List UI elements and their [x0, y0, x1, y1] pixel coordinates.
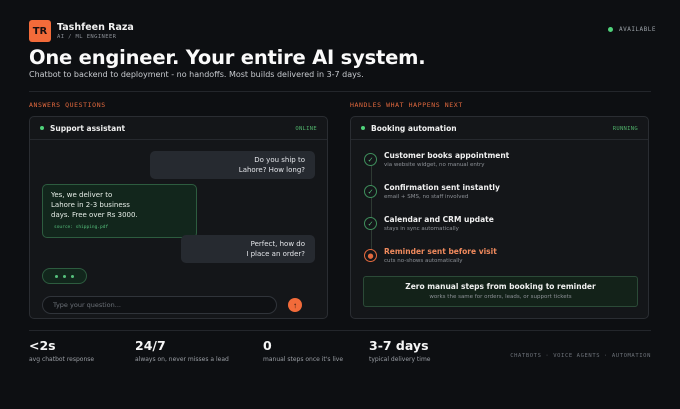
step-title: Reminder sent before visit: [384, 247, 497, 256]
stat-label: avg chatbot response: [29, 356, 95, 363]
summary-description: works the same for orders, leads, or sup…: [429, 294, 572, 300]
online-dot-icon: [40, 126, 44, 130]
step-title: Confirmation sent instantly: [384, 183, 500, 192]
panel-header: Booking automation RUNNING: [351, 117, 648, 140]
section-label-left: ANSWERS QUESTIONS: [29, 101, 106, 109]
message-line: Yes, we deliver to: [51, 191, 113, 199]
divider-top: [29, 91, 651, 92]
message-line: Lahore in 2-3 business: [51, 201, 130, 209]
chat-message-user: Perfect, how do I place an order?: [181, 235, 315, 263]
panel-header: Support assistant ONLINE: [30, 117, 327, 140]
stat-value: 24/7: [135, 338, 166, 353]
stat-value: 3-7 days: [369, 338, 429, 353]
panel-status: ONLINE: [295, 126, 317, 132]
booking-automation-panel: Booking automation RUNNING ✓ Customer bo…: [350, 116, 649, 319]
stat-label: typical delivery time: [369, 356, 431, 363]
panel-title: Booking automation: [371, 124, 457, 133]
step-description: cuts no-shows automatically: [384, 258, 463, 264]
timeline-line: [371, 159, 372, 255]
step-title: Calendar and CRM update: [384, 215, 494, 224]
typing-dot: [55, 274, 58, 278]
step-description: via website widget, no manual entry: [384, 162, 485, 168]
panel-title: Support assistant: [50, 124, 126, 133]
divider-bottom: [29, 330, 651, 331]
chat-message-user: Do you ship to Lahore? How long?: [150, 151, 315, 179]
availability-label: AVAILABLE: [618, 26, 656, 33]
chat-input[interactable]: [42, 296, 277, 314]
stat-label: always on, never misses a lead: [135, 356, 229, 363]
pending-dot-icon: ●: [364, 249, 377, 262]
summary-title: Zero manual steps from booking to remind…: [405, 282, 596, 291]
message-line: I place an order?: [246, 250, 305, 258]
stat-response-time: <2s avg chatbot response: [29, 338, 94, 363]
typing-dot: [63, 274, 66, 278]
step-description: stays in sync automatically: [384, 226, 459, 232]
stat-label: manual steps once it's live: [263, 356, 344, 363]
step-description: email + SMS, no staff involved: [384, 194, 469, 200]
typing-dot: [71, 274, 74, 278]
typing-indicator: [42, 268, 87, 284]
support-assistant-panel: Support assistant ONLINE Do you ship to …: [29, 116, 328, 319]
stat-value: <2s: [29, 338, 56, 353]
send-button[interactable]: ↑: [288, 298, 302, 312]
availability-badge: AVAILABLE: [607, 26, 656, 33]
check-icon: ✓: [364, 185, 377, 198]
message-line: Do you ship to: [254, 156, 305, 164]
automation-summary: Zero manual steps from booking to remind…: [363, 276, 638, 307]
stat-delivery-time: 3-7 days typical delivery time: [369, 338, 431, 363]
stat-manual-steps: 0 manual steps once it's live: [263, 338, 343, 363]
section-label-right: HANDLES WHAT HAPPENS NEXT: [350, 101, 463, 109]
chat-message-bot: Yes, we deliver to Lahore in 2-3 busines…: [42, 184, 197, 238]
stat-availability: 24/7 always on, never misses a lead: [135, 338, 229, 363]
page-subtitle: Chatbot to backend to deployment - no ha…: [29, 70, 364, 79]
stat-value: 0: [263, 338, 272, 353]
message-line: Perfect, how do: [250, 240, 305, 248]
check-icon: ✓: [364, 217, 377, 230]
profile-role: AI / ML ENGINEER: [57, 34, 117, 40]
status-dot-icon: [607, 27, 613, 32]
step-title: Customer books appointment: [384, 151, 510, 160]
running-dot-icon: [361, 126, 365, 130]
message-source: source: shipping.pdf: [54, 225, 109, 230]
footer-tags: CHATBOTS · VOICE AGENTS · AUTOMATION: [510, 353, 651, 359]
avatar: TR: [29, 20, 51, 42]
check-icon: ✓: [364, 153, 377, 166]
profile-header: TR Tashfeen Raza AI / ML ENGINEER AVAILA…: [29, 20, 656, 44]
panel-status: RUNNING: [612, 126, 638, 132]
message-line: days. Free over Rs 3000.: [51, 211, 138, 219]
page-title: One engineer. Your entire AI system.: [29, 46, 426, 69]
message-line: Lahore? How long?: [238, 166, 305, 174]
profile-name: Tashfeen Raza: [57, 22, 134, 33]
